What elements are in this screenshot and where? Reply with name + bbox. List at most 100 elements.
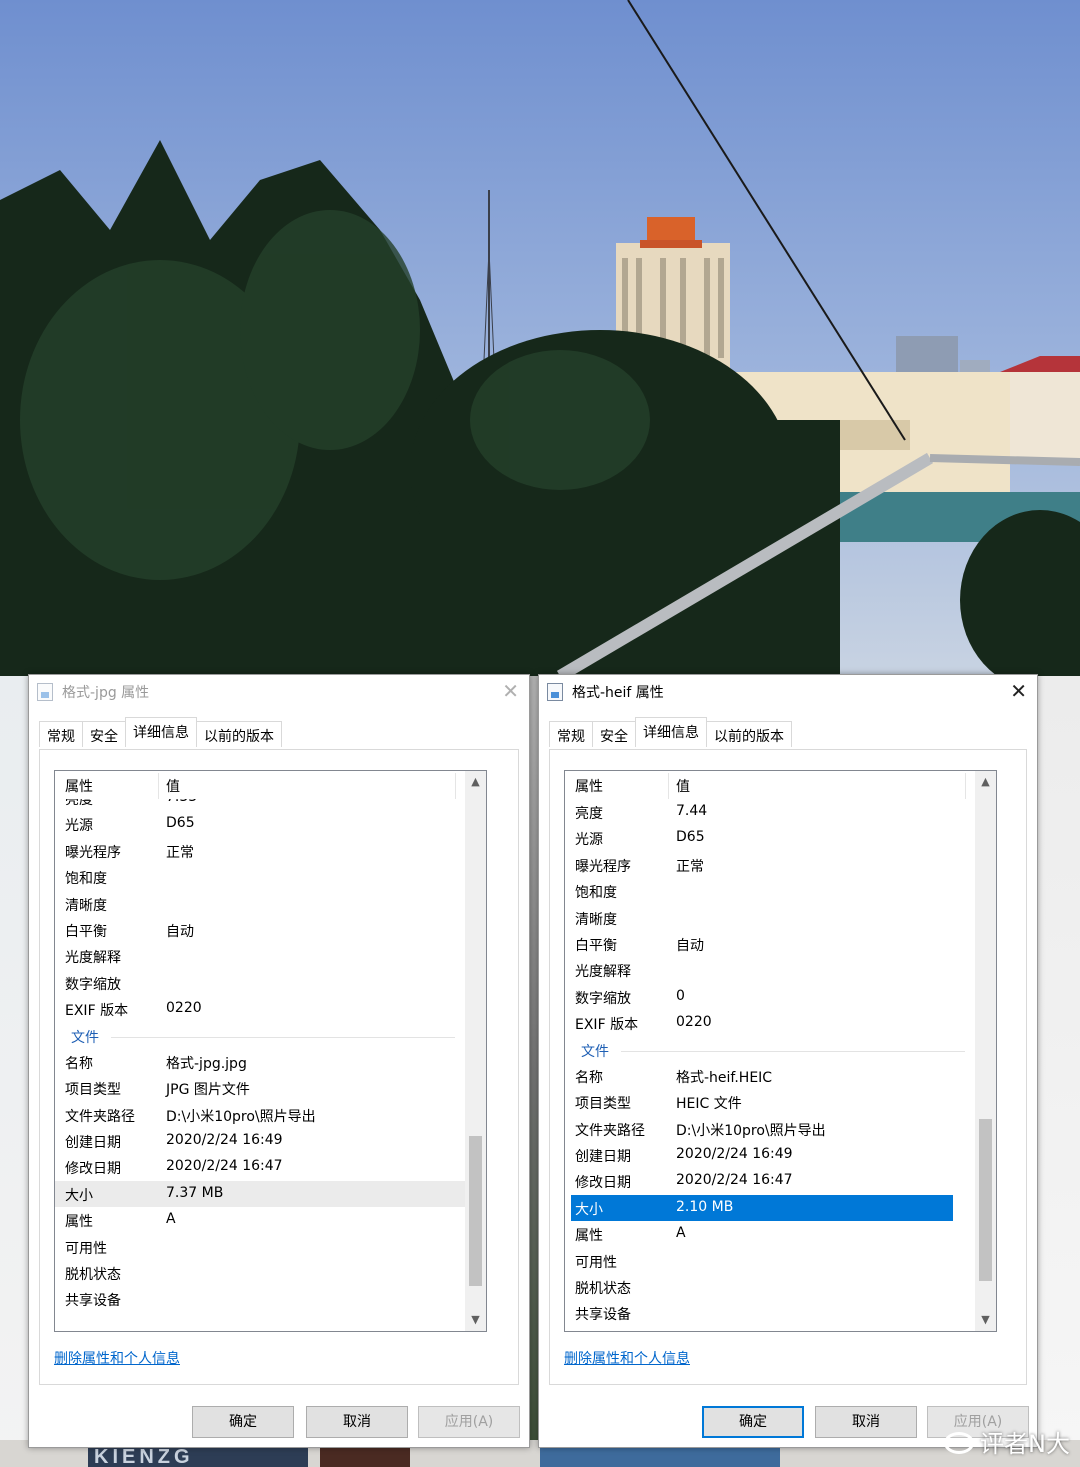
- tab-bar: 常规 安全 详细信息 以前的版本: [549, 717, 792, 749]
- list-item[interactable]: 清晰度: [565, 905, 975, 931]
- list-item[interactable]: 光源 D65: [55, 811, 465, 837]
- list-item[interactable]: 白平衡 自动: [55, 917, 465, 943]
- list-item[interactable]: 亮度 7.44: [565, 799, 975, 825]
- vertical-scrollbar[interactable]: ▲ ▼: [975, 771, 996, 1331]
- properties-list[interactable]: 属性 值 亮度 7.44 光源 D65 曝光程序 正常 饱和度 清晰度 白平衡 自动 光…: [564, 770, 997, 1332]
- scrollbar-thumb[interactable]: [469, 1136, 482, 1286]
- scrollbar-thumb[interactable]: [979, 1119, 992, 1281]
- property-value: 正常: [676, 858, 704, 875]
- group-divider: [111, 1036, 455, 1038]
- list-item[interactable]: 属性 A: [565, 1221, 975, 1247]
- cancel-button[interactable]: 取消: [306, 1406, 408, 1438]
- list-item-selected[interactable]: 大小 7.37 MB: [55, 1180, 465, 1208]
- list-item[interactable]: 光源 D65: [565, 825, 975, 851]
- remove-properties-link[interactable]: 删除属性和个人信息: [54, 1348, 180, 1368]
- apply-button[interactable]: 应用(A): [418, 1406, 520, 1438]
- property-name: EXIF 版本: [65, 1003, 129, 1020]
- list-header-overlay: 属性 值: [55, 771, 465, 799]
- scroll-down-arrow-icon[interactable]: ▼: [465, 1309, 486, 1331]
- property-name: 饱和度: [65, 871, 107, 888]
- list-item[interactable]: 创建日期 2020/2/24 16:49: [55, 1128, 465, 1154]
- list-item[interactable]: 创建日期 2020/2/24 16:49: [565, 1142, 975, 1168]
- column-divider[interactable]: [158, 773, 159, 799]
- list-item-selected[interactable]: 大小 2.10 MB: [571, 1194, 953, 1222]
- group-header-file[interactable]: 文件: [55, 1023, 465, 1049]
- property-value: 2020/2/24 16:47: [166, 1158, 283, 1175]
- window-title: 格式-jpg 属性: [62, 685, 150, 701]
- list-item[interactable]: 修改日期 2020/2/24 16:47: [55, 1154, 465, 1180]
- list-item[interactable]: 文件夹路径 D:\小米10pro\照片导出: [55, 1102, 465, 1128]
- list-item[interactable]: 光度解释: [55, 943, 465, 969]
- column-header-value[interactable]: 值: [166, 776, 180, 796]
- close-icon[interactable]: ✕: [502, 679, 519, 703]
- list-item[interactable]: 曝光程序 正常: [55, 838, 465, 864]
- tab-details[interactable]: 详细信息: [125, 717, 197, 747]
- cancel-button[interactable]: 取消: [815, 1406, 917, 1438]
- ok-button[interactable]: 确定: [702, 1406, 804, 1438]
- column-header-value[interactable]: 值: [676, 776, 690, 796]
- list-item[interactable]: 修改日期 2020/2/24 16:47: [565, 1168, 975, 1194]
- property-value: 格式-jpg.jpg: [166, 1055, 247, 1072]
- list-item[interactable]: 共享设备: [55, 1286, 465, 1312]
- property-value: 自动: [676, 937, 704, 954]
- list-item[interactable]: 属性 A: [55, 1207, 465, 1233]
- list-item[interactable]: 共享设备: [565, 1300, 975, 1326]
- property-name: 项目类型: [575, 1096, 631, 1113]
- remove-properties-link[interactable]: 删除属性和个人信息: [564, 1348, 690, 1368]
- property-value: 自动: [166, 923, 194, 940]
- tab-security[interactable]: 安全: [82, 721, 126, 747]
- column-divider[interactable]: [965, 773, 966, 799]
- list-item[interactable]: 名称 格式-heif.HEIC: [565, 1063, 975, 1089]
- tab-general[interactable]: 常规: [39, 721, 83, 747]
- list-item[interactable]: 白平衡 自动: [565, 931, 975, 957]
- titlebar[interactable]: 格式-heif 属性 ✕: [539, 675, 1037, 709]
- scroll-down-arrow-icon[interactable]: ▼: [975, 1309, 996, 1331]
- list-item[interactable]: 可用性: [565, 1248, 975, 1274]
- property-name: 光度解释: [575, 964, 631, 981]
- column-header-property[interactable]: 属性: [575, 776, 603, 796]
- list-item[interactable]: 脱机状态: [565, 1274, 975, 1300]
- list-item[interactable]: 数字缩放 0: [565, 984, 975, 1010]
- property-value: HEIC 文件: [676, 1096, 742, 1113]
- close-icon[interactable]: ✕: [1010, 679, 1027, 703]
- tab-previous-versions[interactable]: 以前的版本: [196, 721, 282, 747]
- scroll-up-arrow-icon[interactable]: ▲: [975, 771, 996, 793]
- list-item[interactable]: 文件夹路径 D:\小米10pro\照片导出: [565, 1116, 975, 1142]
- list-body: 亮度7.33 光源D65 曝光程序正常 饱和度 清晰度 白平衡自动 光度解释 数…: [55, 785, 465, 1331]
- tab-details[interactable]: 详细信息: [635, 717, 707, 747]
- list-item[interactable]: 饱和度: [565, 878, 975, 904]
- list-item[interactable]: EXIF 版本 0220: [565, 1010, 975, 1036]
- tab-previous-versions[interactable]: 以前的版本: [706, 721, 792, 747]
- list-item[interactable]: 可用性: [55, 1234, 465, 1260]
- vertical-scrollbar[interactable]: ▲ ▼: [465, 771, 486, 1331]
- list-item[interactable]: 光度解释: [565, 957, 975, 983]
- list-item[interactable]: 项目类型 JPG 图片文件: [55, 1075, 465, 1101]
- tab-general[interactable]: 常规: [549, 721, 593, 747]
- list-item[interactable]: 名称 格式-jpg.jpg: [55, 1049, 465, 1075]
- titlebar[interactable]: 格式-jpg 属性 ✕: [29, 675, 529, 709]
- property-value: 正常: [166, 844, 194, 861]
- property-name: 属性: [65, 1214, 93, 1231]
- list-item[interactable]: 数字缩放: [55, 970, 465, 996]
- property-name: 名称: [65, 1055, 93, 1072]
- list-item[interactable]: EXIF 版本 0220: [55, 996, 465, 1022]
- list-item[interactable]: 项目类型 HEIC 文件: [565, 1089, 975, 1115]
- column-divider[interactable]: [668, 773, 669, 799]
- property-name: 清晰度: [65, 897, 107, 914]
- column-header-property[interactable]: 属性: [65, 776, 93, 796]
- list-item[interactable]: 脱机状态: [55, 1260, 465, 1286]
- background-strip-middle: [529, 676, 538, 1467]
- tab-security[interactable]: 安全: [592, 721, 636, 747]
- properties-list[interactable]: 属性 值 亮度7.33 光源D65 曝光程序正常 饱和度 清晰度 白平衡自动 光…: [54, 770, 487, 1332]
- list-item[interactable]: 饱和度: [55, 864, 465, 890]
- column-divider[interactable]: [455, 773, 456, 799]
- list-item[interactable]: 清晰度: [55, 891, 465, 917]
- background-sky-reflection: [540, 1446, 780, 1467]
- scroll-up-arrow-icon[interactable]: ▲: [465, 771, 486, 793]
- group-header-file[interactable]: 文件: [565, 1037, 975, 1063]
- ok-button[interactable]: 确定: [192, 1406, 294, 1438]
- property-value: D65: [676, 829, 705, 846]
- details-panel: 属性 值 亮度7.33 光源D65 曝光程序正常 饱和度 清晰度 白平衡自动 光…: [39, 749, 519, 1385]
- list-item[interactable]: 曝光程序 正常: [565, 852, 975, 878]
- background-roof: [320, 1445, 410, 1467]
